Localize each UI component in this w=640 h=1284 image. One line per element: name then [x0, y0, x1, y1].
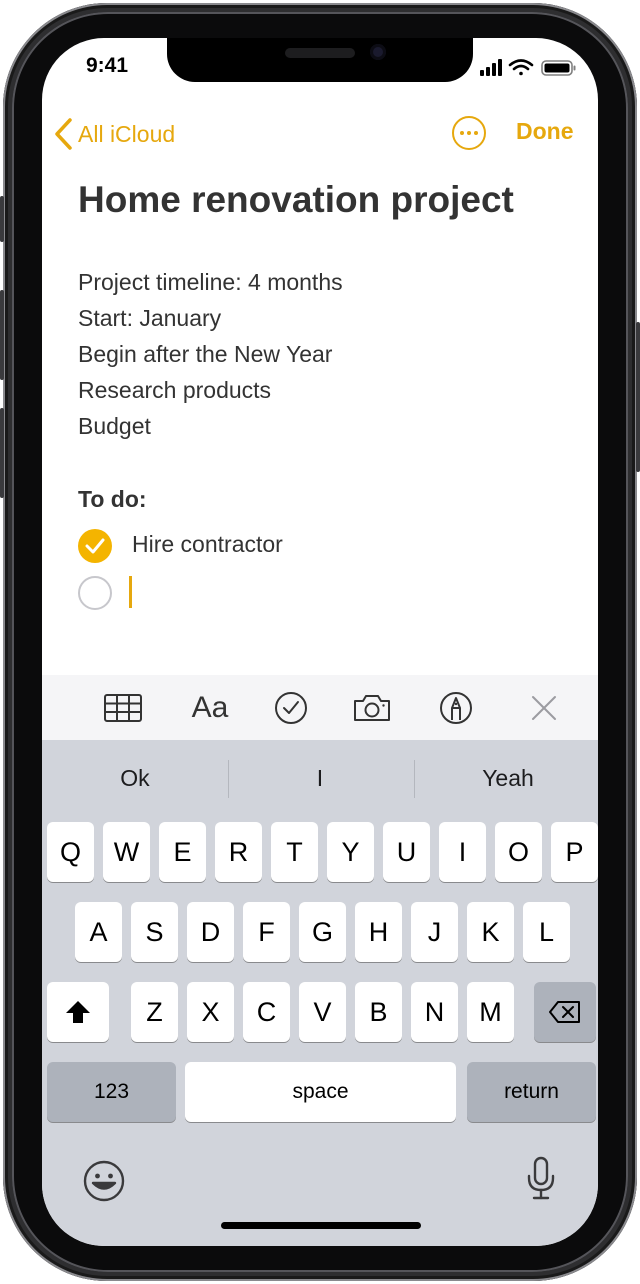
- suggestion-i[interactable]: I: [298, 765, 342, 792]
- todo-heading[interactable]: To do:: [78, 486, 147, 513]
- checkmark-icon: [85, 538, 105, 554]
- suggestion-divider: [228, 760, 229, 798]
- front-camera: [370, 44, 386, 60]
- suggestion-yeah[interactable]: Yeah: [468, 765, 548, 792]
- ellipsis-circle-icon[interactable]: [452, 116, 486, 150]
- note-line[interactable]: Project timeline: 4 months: [78, 269, 343, 296]
- emoji-icon[interactable]: [82, 1159, 126, 1203]
- key-d[interactable]: D: [187, 902, 234, 962]
- key-a[interactable]: A: [75, 902, 122, 962]
- checklist-checkbox-unchecked[interactable]: [78, 576, 112, 610]
- checklist-icon[interactable]: [271, 691, 311, 725]
- text-cursor: [129, 576, 132, 608]
- key-b[interactable]: B: [355, 982, 402, 1042]
- wifi-icon: [508, 59, 534, 76]
- key-i[interactable]: I: [439, 822, 486, 882]
- key-z[interactable]: Z: [131, 982, 178, 1042]
- key-v[interactable]: V: [299, 982, 346, 1042]
- microphone-icon[interactable]: [526, 1156, 556, 1204]
- volume-up-button: [0, 290, 4, 380]
- key-n[interactable]: N: [411, 982, 458, 1042]
- note-line[interactable]: Budget: [78, 413, 151, 440]
- predictive-bar: Ok I Yeah: [42, 740, 598, 818]
- key-c[interactable]: C: [243, 982, 290, 1042]
- key-p[interactable]: P: [551, 822, 598, 882]
- camera-icon[interactable]: [352, 691, 392, 725]
- notch: [167, 38, 473, 82]
- table-icon[interactable]: [103, 691, 143, 725]
- chevron-left-icon: [55, 118, 72, 150]
- iphone-frame: 9:41 All iCloud Done Home renovation pro…: [0, 0, 640, 1284]
- return-key[interactable]: return: [467, 1062, 596, 1122]
- note-line[interactable]: Begin after the New Year: [78, 341, 332, 368]
- key-e[interactable]: E: [159, 822, 206, 882]
- key-m[interactable]: M: [467, 982, 514, 1042]
- status-time: 9:41: [86, 54, 129, 77]
- power-button: [636, 322, 640, 472]
- key-t[interactable]: T: [271, 822, 318, 882]
- suggestion-ok[interactable]: Ok: [98, 765, 172, 792]
- key-w[interactable]: W: [103, 822, 150, 882]
- numbers-key[interactable]: 123: [47, 1062, 176, 1122]
- cellular-signal-icon: [480, 59, 502, 76]
- key-u[interactable]: U: [383, 822, 430, 882]
- silent-switch: [0, 196, 4, 242]
- key-g[interactable]: G: [299, 902, 346, 962]
- delete-key[interactable]: [534, 982, 596, 1042]
- backspace-icon: [549, 1001, 580, 1023]
- key-x[interactable]: X: [187, 982, 234, 1042]
- key-q[interactable]: Q: [47, 822, 94, 882]
- key-j[interactable]: J: [411, 902, 458, 962]
- key-k[interactable]: K: [467, 902, 514, 962]
- key-s[interactable]: S: [131, 902, 178, 962]
- key-y[interactable]: Y: [327, 822, 374, 882]
- speaker-grille: [285, 48, 355, 58]
- key-o[interactable]: O: [495, 822, 542, 882]
- format-text-icon[interactable]: Aa: [188, 691, 232, 725]
- key-l[interactable]: L: [523, 902, 570, 962]
- home-indicator[interactable]: [221, 1222, 421, 1229]
- format-toolbar: Aa: [42, 675, 598, 740]
- key-f[interactable]: F: [243, 902, 290, 962]
- volume-down-button: [0, 408, 4, 498]
- done-button[interactable]: Done: [516, 118, 574, 145]
- note-line[interactable]: Start: January: [78, 305, 221, 332]
- status-icons: [480, 58, 580, 78]
- checklist-checkbox-checked[interactable]: [78, 529, 112, 563]
- note-title[interactable]: Home renovation project: [78, 179, 514, 221]
- key-h[interactable]: H: [355, 902, 402, 962]
- key-r[interactable]: R: [215, 822, 262, 882]
- space-key[interactable]: space: [185, 1062, 456, 1122]
- shift-arrow-icon: [66, 1001, 90, 1023]
- screen: 9:41 All iCloud Done Home renovation pro…: [42, 38, 598, 1246]
- keyboard: Ok I Yeah Q W E R T Y U I O P A S D F G …: [42, 740, 598, 1246]
- suggestion-divider: [414, 760, 415, 798]
- battery-icon: [541, 60, 576, 76]
- markup-pen-icon[interactable]: [436, 691, 476, 725]
- back-button[interactable]: All iCloud: [52, 118, 175, 150]
- shift-key[interactable]: [47, 982, 109, 1042]
- close-icon[interactable]: [524, 691, 564, 725]
- checklist-item-text[interactable]: Hire contractor: [132, 531, 283, 558]
- note-line[interactable]: Research products: [78, 377, 271, 404]
- back-label: All iCloud: [78, 120, 176, 147]
